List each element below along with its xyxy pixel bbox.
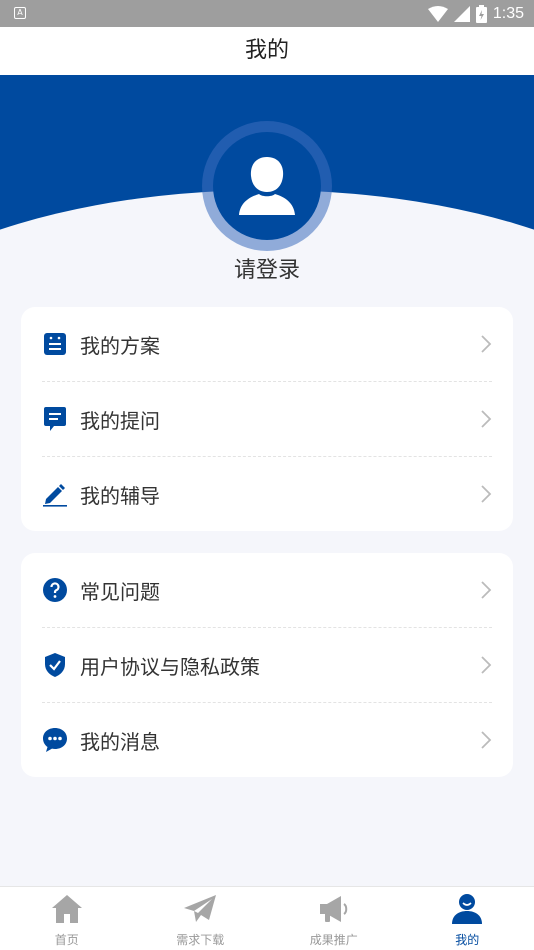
chat-bubble-icon xyxy=(42,727,68,753)
chevron-right-icon xyxy=(481,485,492,503)
chevron-right-icon xyxy=(481,656,492,674)
megaphone-icon xyxy=(316,891,352,927)
menu-item-my-plan[interactable]: 我的方案 xyxy=(21,307,513,381)
tab-results-promotion[interactable]: 成果推广 xyxy=(267,887,401,950)
help-circle-icon xyxy=(42,577,68,603)
menu-item-privacy-policy[interactable]: 用户协议与隐私政策 xyxy=(21,628,513,702)
menu-item-my-questions[interactable]: 我的提问 xyxy=(21,382,513,456)
status-time: 1:35 xyxy=(492,4,524,22)
menu-card-secondary: 常见问题 用户协议与隐私政策 我的消息 xyxy=(21,553,513,777)
user-avatar-icon xyxy=(239,157,295,215)
chevron-right-icon xyxy=(481,581,492,599)
menu-item-my-messages[interactable]: 我的消息 xyxy=(21,703,513,777)
chevron-right-icon xyxy=(481,731,492,749)
home-icon xyxy=(49,891,85,927)
tab-label: 成果推广 xyxy=(309,933,358,947)
tab-demand-download[interactable]: 需求下载 xyxy=(134,887,268,950)
chevron-right-icon xyxy=(481,335,492,353)
avatar[interactable] xyxy=(213,132,321,240)
menu-card-primary: 我的方案 我的提问 我的辅导 xyxy=(21,307,513,531)
paper-plane-icon xyxy=(182,891,218,927)
wifi-icon xyxy=(427,5,448,22)
question-message-icon xyxy=(42,406,68,432)
chevron-right-icon xyxy=(481,410,492,428)
page-title: 我的 xyxy=(0,27,534,75)
menu-item-faq[interactable]: 常见问题 xyxy=(21,553,513,627)
menu-item-label: 我的提问 xyxy=(80,408,160,433)
tab-home[interactable]: 首页 xyxy=(0,887,134,950)
menu-item-label: 我的方案 xyxy=(80,333,160,358)
user-icon xyxy=(449,891,485,927)
shield-check-icon xyxy=(42,652,68,678)
notification-icon: A xyxy=(14,7,26,19)
plan-icon xyxy=(42,331,68,357)
tab-mine[interactable]: 我的 xyxy=(401,887,534,950)
status-bar: A 1:35 xyxy=(0,0,534,27)
tab-label: 首页 xyxy=(54,933,79,947)
signal-icon xyxy=(453,5,470,22)
menu-item-label: 我的消息 xyxy=(80,729,160,754)
login-link[interactable]: 请登录 xyxy=(0,252,534,284)
menu-item-label: 常见问题 xyxy=(80,579,160,604)
battery-icon xyxy=(475,4,487,23)
menu-item-my-tutoring[interactable]: 我的辅导 xyxy=(21,457,513,531)
menu-item-label: 用户协议与隐私政策 xyxy=(80,654,260,679)
tab-label: 我的 xyxy=(455,933,480,947)
bottom-tab-bar: 首页 需求下载 成果推广 我的 xyxy=(0,886,534,950)
tab-label: 需求下载 xyxy=(176,933,225,947)
pen-edit-icon xyxy=(42,481,68,507)
menu-item-label: 我的辅导 xyxy=(80,483,160,508)
